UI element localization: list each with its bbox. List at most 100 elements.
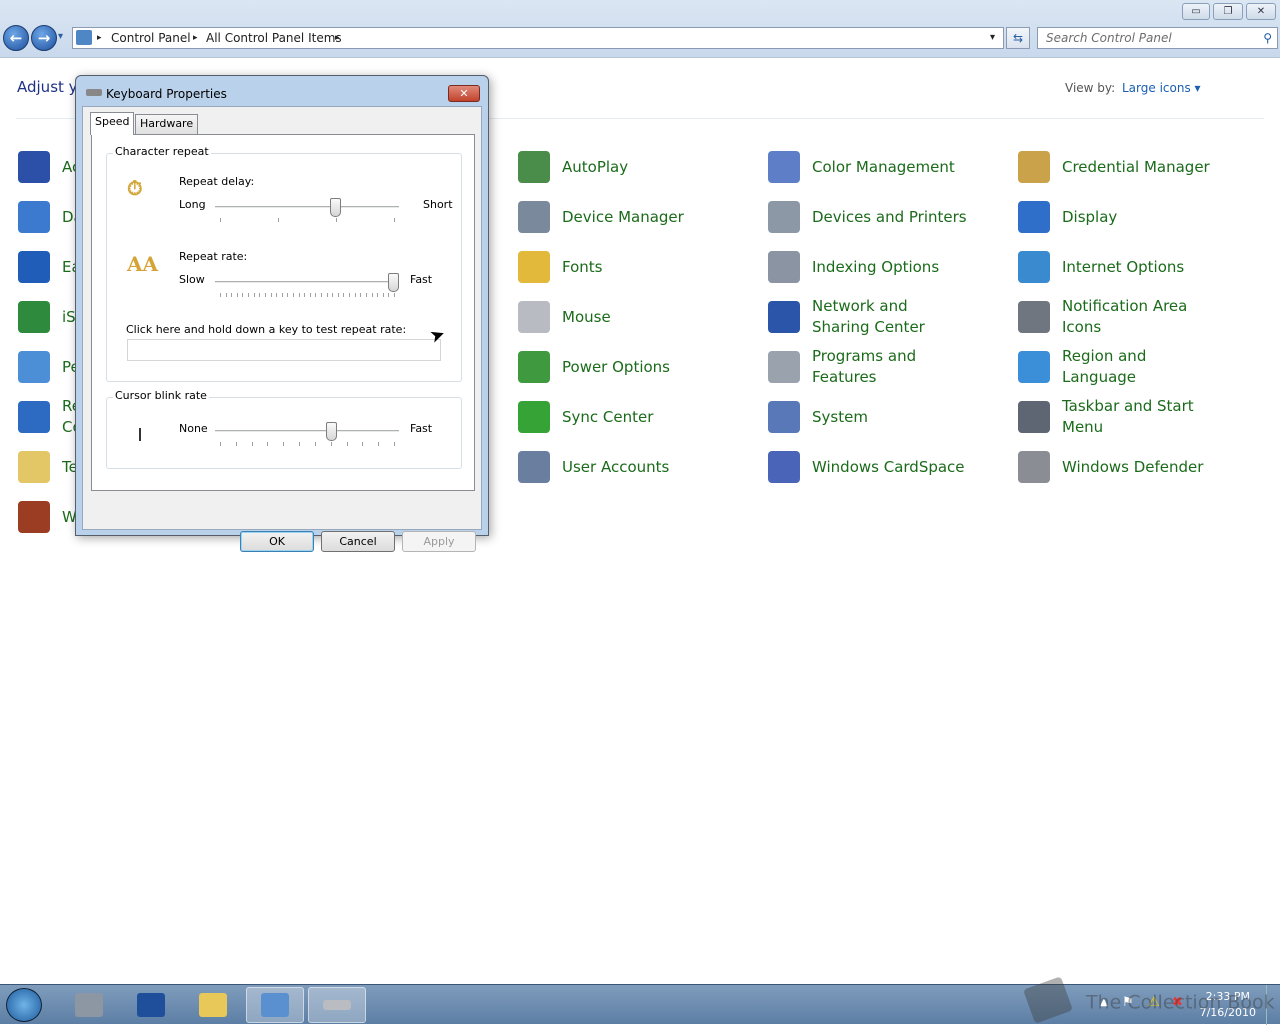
item-label: Fonts [562,257,603,276]
control-panel-item[interactable]: Windows Defender [1018,449,1218,485]
slider-track[interactable] [215,281,399,284]
item-icon [18,451,50,483]
control-panel-item[interactable]: System [768,399,968,435]
control-panel-item[interactable]: Indexing Options [768,249,968,285]
keyboard-icon [323,1000,351,1010]
slider-thumb[interactable] [330,198,342,217]
close-button[interactable]: ✕ [1246,3,1276,20]
item-icon [18,251,50,283]
control-panel-item[interactable]: Te [18,449,78,485]
control-panel-item[interactable]: Color Management [768,149,968,185]
taskbar-server-manager[interactable] [60,987,118,1023]
control-panel-item[interactable]: Programs and Features [768,347,968,386]
control-panel-item[interactable]: Re Co [18,397,82,436]
item-icon [768,301,800,333]
control-panel-item[interactable]: Device Manager [518,199,684,235]
restore-button[interactable]: ❐ [1213,3,1243,20]
control-panel-item[interactable]: User Accounts [518,449,669,485]
slider-thumb[interactable] [325,422,337,441]
control-panel-item[interactable]: Internet Options [1018,249,1218,285]
taskbar-powershell[interactable] [122,987,180,1023]
breadcrumb-control-panel[interactable]: Control Panel [111,28,191,48]
item-label-line: iS [62,307,76,326]
ok-button[interactable]: OK [240,531,314,552]
slider-tick [220,218,221,222]
minimize-button[interactable]: ▭ [1182,3,1210,20]
test-repeat-label: Click here and hold down a key to test r… [126,323,407,336]
slider-tick [394,293,395,297]
item-label: AutoPlay [562,157,629,176]
taskbar-control-panel[interactable] [246,987,304,1023]
control-panel-item[interactable]: Pe [18,349,80,385]
slider-tick [360,293,362,297]
slider-tick [394,442,395,446]
control-panel-item[interactable]: iS [18,299,76,335]
control-panel-item[interactable]: Windows CardSpace [768,449,968,485]
view-by-label: View by: [1065,81,1116,95]
item-icon [1018,151,1050,183]
control-panel-item[interactable]: Notification Area Icons [1018,297,1218,336]
apply-button[interactable]: Apply [402,531,476,552]
item-icon [518,301,550,333]
control-panel-item[interactable]: Display [1018,199,1218,235]
slider-tick [283,442,285,446]
control-panel-item[interactable]: Devices and Printers [768,199,968,235]
taskbar-keyboard[interactable] [308,987,366,1023]
item-label: Programs and Features [812,347,917,386]
control-panel-item[interactable]: Network and Sharing Center [768,297,968,336]
slider-thumb[interactable] [388,273,399,292]
slider-tick [371,293,373,297]
control-panel-item[interactable]: Taskbar and Start Menu [1018,397,1218,436]
back-button[interactable]: ← [3,25,29,51]
slider-tick [314,442,316,446]
address-bar[interactable]: ▸ Control Panel ▸ All Control Panel Item… [72,27,1004,49]
slider-track[interactable] [215,430,399,433]
control-panel-item[interactable]: Mouse [518,299,611,335]
start-button[interactable] [6,988,42,1022]
control-panel-item[interactable]: Ac [18,149,80,185]
item-icon [18,151,50,183]
slider-tick [382,293,384,297]
slider-tick [251,442,253,446]
dialog-close-button[interactable]: ✕ [448,85,480,102]
breadcrumb-all-items[interactable]: All Control Panel Items [206,28,342,48]
refresh-button[interactable]: ⇆ [1006,27,1030,49]
character-repeat-group: Character repeat ⏱ Repeat delay: Long Sh… [106,145,462,382]
control-panel-item[interactable]: Region and Language [1018,347,1218,386]
control-panel-item[interactable]: Fonts [518,249,602,285]
slider-tick [336,218,337,222]
control-panel-item[interactable]: Da [18,199,83,235]
recent-pages-dropdown[interactable]: ▾ [58,31,63,42]
slider-tick [354,293,356,297]
slider-tick [264,293,266,297]
slider-tick [378,442,380,446]
search-input[interactable]: Search Control Panel ⚲ [1037,27,1278,49]
forward-button[interactable]: → [31,25,57,51]
tab-speed[interactable]: Speed [90,112,135,135]
item-label: Mouse [562,307,611,326]
control-panel-item[interactable]: Ea [18,249,81,285]
control-panel-item[interactable]: Power Options [518,349,670,385]
slider-tick [253,293,255,297]
taskbar-explorer[interactable] [184,987,242,1023]
item-label: Devices and Printers [812,207,967,226]
cancel-button[interactable]: Cancel [321,531,395,552]
item-label: iS [62,307,76,328]
slider-tick [362,442,364,446]
tab-hardware[interactable]: Hardware [135,114,199,134]
cursor-blink-group: Cursor blink rate None Fast [106,389,462,469]
control-panel-item[interactable]: Sync Center [518,399,653,435]
address-dropdown[interactable]: ▾ [990,28,995,48]
item-icon [1018,251,1050,283]
test-repeat-input[interactable] [127,339,441,361]
view-by-dropdown[interactable]: Large icons ▾ [1122,81,1201,95]
control-panel-item[interactable]: W [18,499,77,535]
item-label: Notification Area Icons [1062,297,1188,336]
control-panel-item[interactable]: AutoPlay [518,149,628,185]
slider-tick [377,293,379,297]
control-panel-item[interactable]: Credential Manager [1018,149,1218,185]
slider-tick [276,293,278,297]
search-icon[interactable]: ⚲ [1263,28,1272,48]
item-icon [768,201,800,233]
slider-track[interactable] [215,206,399,209]
